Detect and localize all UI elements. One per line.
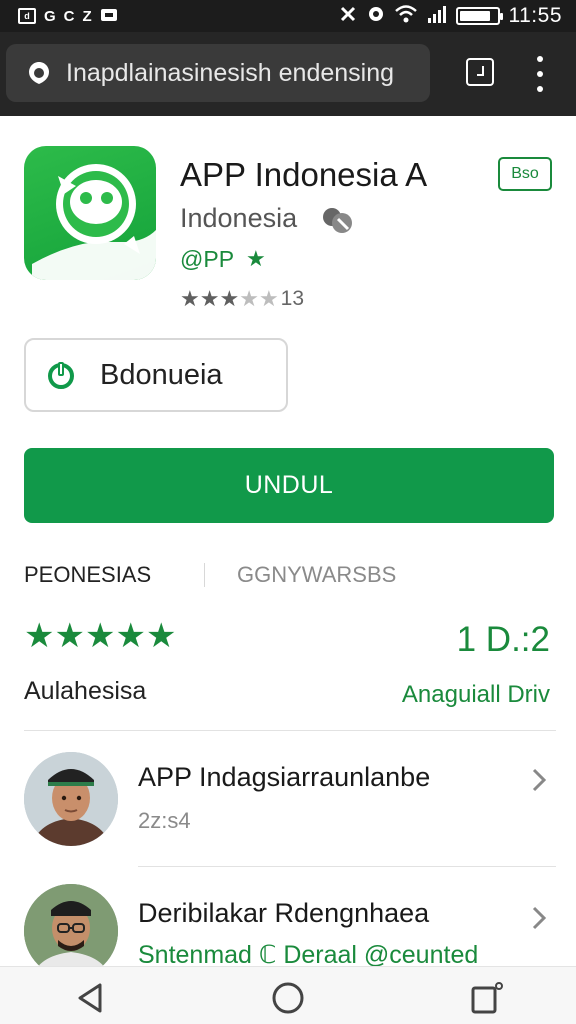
list-item-title[interactable]: Deribilakar Rdengnhaea (138, 898, 429, 929)
site-icon (29, 62, 49, 84)
developer-badge-icon (323, 208, 352, 233)
tab-reviews[interactable]: PEONESIAS (24, 562, 151, 588)
rating-star-large: ★ (115, 617, 146, 655)
chevron-right-icon[interactable] (530, 904, 548, 932)
editor-choice-icon: ★ (246, 246, 266, 271)
notification-icon: d (18, 8, 36, 24)
divider (138, 866, 556, 867)
address-text[interactable]: Inapdlainasinesish endensing (66, 59, 394, 88)
recents-icon[interactable] (470, 981, 504, 1015)
status-time: 11:55 (508, 4, 562, 27)
browser-toolbar: Inapdlainasinesish endensing (0, 32, 576, 116)
tab-about[interactable]: GGNYWARSBS (237, 562, 396, 588)
back-icon[interactable] (74, 981, 108, 1015)
sync-icon: Z (82, 7, 92, 25)
wifi-icon (394, 4, 418, 29)
content-rating-badge: Bso (498, 157, 552, 191)
message-icon (100, 6, 118, 26)
mute-icon (338, 4, 358, 29)
rating-star-large: ★ (84, 617, 116, 655)
rating-value: 1 D.:2 (456, 620, 550, 659)
battery-icon (455, 7, 503, 25)
rating-star-large: ★ (54, 617, 85, 655)
alarm-icon (367, 5, 385, 28)
rating-star-large: ★ (24, 617, 55, 655)
install-button[interactable]: UNDUL (24, 448, 554, 523)
signal-icon (427, 5, 447, 28)
more-menu-icon[interactable] (532, 56, 548, 92)
rating-count: 13 (280, 287, 305, 310)
home-icon[interactable] (271, 981, 305, 1015)
refresh-icon: C (63, 7, 75, 25)
rating-star: ★ (239, 286, 259, 311)
status-left-icons: d G C Z (18, 4, 118, 28)
rating-star: ★ (258, 286, 279, 311)
app-developer[interactable]: Indonesia (180, 203, 297, 234)
rating-star: ★ (219, 286, 240, 311)
address-bar[interactable]: Inapdlainasinesish endensing (6, 44, 430, 102)
chat-icon: G (44, 7, 56, 25)
app-title: APP Indonesia A (180, 156, 428, 193)
avatar[interactable] (24, 752, 118, 846)
app-rating: ★★★★★ 13 (180, 287, 304, 311)
rating-star-large: ★ (145, 617, 177, 655)
rating-star: ★ (180, 286, 200, 311)
tab-divider (204, 563, 205, 587)
rating-star: ★ (199, 286, 220, 311)
rating-stars: ★★★★★ (180, 287, 279, 311)
chevron-right-icon[interactable] (530, 766, 548, 794)
list-item-title[interactable]: APP Indagsiarraunlanbe (138, 762, 430, 793)
app-logo-icon (24, 146, 156, 280)
power-icon (48, 362, 74, 389)
status-bar: d G C Z 11:55 (0, 0, 576, 32)
reviews-link[interactable]: Anaguiall Driv (402, 681, 550, 709)
secondary-button[interactable]: Bdonueia (24, 338, 288, 412)
avatar[interactable] (24, 884, 118, 978)
app-tag: @PP (180, 246, 235, 272)
reviews-label: Aulahesisa (24, 677, 147, 705)
rating-stars-large: ★ ★ ★ ★ ★ (24, 618, 176, 654)
secondary-button-label: Bdonueia (100, 358, 223, 391)
list-item-subtitle: 2z:s4 (138, 808, 191, 833)
status-right-icons: 11:55 (338, 4, 563, 28)
divider (24, 730, 556, 731)
tabs-icon[interactable] (466, 58, 494, 86)
system-nav-bar (0, 966, 576, 1024)
